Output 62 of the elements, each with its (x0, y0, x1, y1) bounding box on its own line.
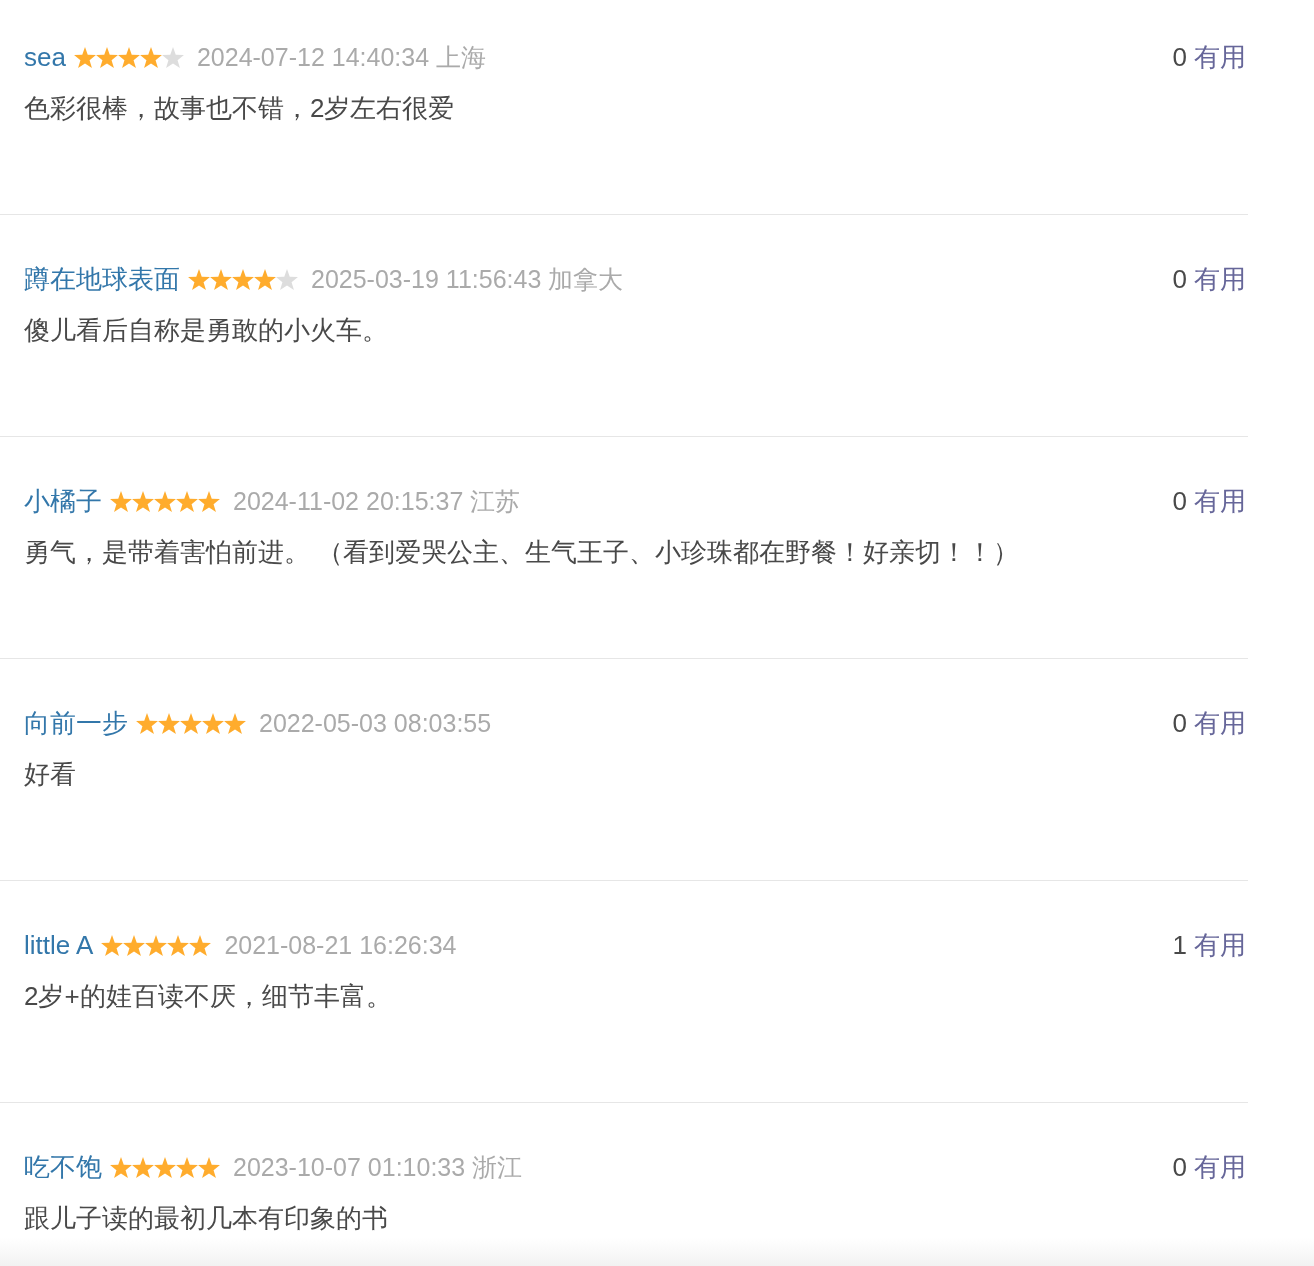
vote-count: 1 (1172, 929, 1187, 961)
useful-link[interactable]: 有用 (1194, 41, 1246, 73)
useful-link[interactable]: 有用 (1194, 485, 1246, 517)
star-icon (176, 490, 198, 512)
star-icon (188, 268, 210, 290)
star-icon (202, 712, 224, 734)
review-time: 2024-11-02 20:15:37 (233, 486, 464, 517)
star-icon (132, 490, 154, 512)
useful-link[interactable]: 有用 (1194, 1151, 1246, 1183)
vote-count: 0 (1172, 707, 1187, 739)
star-icon (154, 1156, 176, 1178)
star-icon (117, 46, 140, 68)
star-icon (198, 490, 220, 512)
review-location: 江苏 (470, 486, 521, 517)
star-icon (224, 712, 246, 734)
review-comment: 好看 (24, 758, 76, 790)
star-icon (139, 46, 162, 68)
review-comment: 勇气，是带着害怕前进。 （看到爱哭公主、生气王子、小珍珠都在野餐！好亲切！！） (24, 536, 1020, 568)
star-icon (123, 934, 146, 956)
review-time: 2021-08-21 16:26:34 (224, 930, 457, 961)
review-comment: 傻儿看后自称是勇敢的小火车。 (24, 314, 388, 346)
star-icon (176, 1156, 198, 1178)
review-location: 浙江 (472, 1152, 523, 1183)
star-icon (95, 46, 118, 68)
vote-count: 0 (1172, 41, 1187, 73)
star-icon (110, 1156, 132, 1178)
review-location: 上海 (436, 42, 487, 73)
star-icon (189, 934, 212, 956)
user-name-link[interactable]: 向前一步 (24, 707, 128, 739)
useful-link[interactable]: 有用 (1194, 263, 1246, 295)
user-name-link[interactable]: 吃不饱 (24, 1151, 102, 1183)
star-icon (73, 46, 96, 68)
useful-link[interactable]: 有用 (1194, 929, 1246, 961)
user-name-link[interactable]: little A (24, 929, 94, 961)
review-time: 2022-05-03 08:03:55 (259, 708, 492, 739)
star-icon (167, 934, 190, 956)
star-icon (198, 1156, 220, 1178)
star-icon (101, 934, 124, 956)
review-comment: 跟儿子读的最初几本有印象的书 (24, 1202, 388, 1234)
review-time: 2024-07-12 14:40:34 (196, 42, 430, 73)
user-name-link[interactable]: sea (24, 41, 66, 73)
star-icon (180, 712, 202, 734)
user-name-link[interactable]: 小橘子 (24, 485, 102, 517)
review-comment: 色彩很棒，故事也不错，2岁左右很爱 (24, 92, 455, 124)
star-icon (132, 1156, 154, 1178)
vote-count: 0 (1172, 263, 1187, 295)
star-icon (232, 268, 254, 290)
useful-link[interactable]: 有用 (1194, 707, 1246, 739)
star-icon (154, 490, 176, 512)
review-time: 2023-10-07 01:10:33 (233, 1152, 466, 1183)
star-icon (145, 934, 168, 956)
vote-count: 0 (1172, 485, 1187, 517)
review-time: 2025-03-19 11:56:43 (311, 264, 542, 295)
star-icon (210, 268, 232, 290)
star-icon (136, 712, 158, 734)
star-icon (110, 490, 132, 512)
review-location: 加拿大 (548, 264, 624, 295)
review-comment: 2岁+的娃百读不厌，细节丰富。 (24, 980, 392, 1012)
star-icon (158, 712, 180, 734)
star-icon (254, 268, 276, 290)
vote-count: 0 (1172, 1151, 1187, 1183)
user-name-link[interactable]: 蹲在地球表面 (24, 263, 180, 295)
